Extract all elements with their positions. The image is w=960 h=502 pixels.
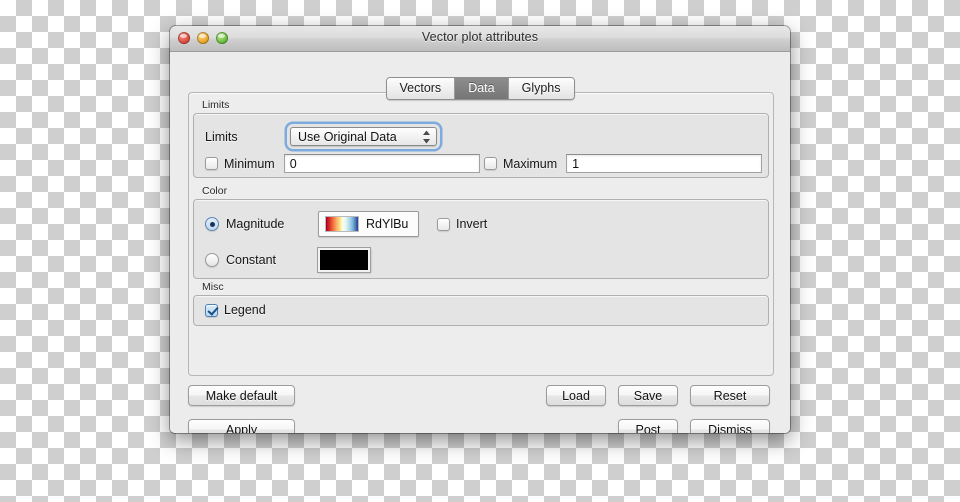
colortable-button[interactable]: RdYlBu (318, 211, 419, 237)
constant-row: Constant (205, 248, 370, 272)
tab-glyphs[interactable]: Glyphs (508, 78, 574, 99)
constant-radio[interactable] (205, 253, 219, 267)
window-titlebar[interactable]: Vector plot attributes (170, 26, 790, 52)
maximum-row: Maximum 1 (484, 154, 763, 173)
invert-label: Invert (456, 217, 488, 231)
tab-bar: Vectors Data Glyphs (170, 77, 790, 100)
bottom-right-button-row-1: Load Save Reset (546, 385, 770, 406)
bottom-right-button-row-2: Post Dismiss (618, 419, 770, 433)
colortable-name: RdYlBu (366, 217, 409, 231)
misc-group: Misc Legend (193, 281, 769, 326)
minimum-row: Minimum 0 (205, 154, 480, 173)
legend-label: Legend (224, 303, 266, 317)
tab-data[interactable]: Data (455, 78, 509, 99)
stepper-arrows-icon (422, 130, 431, 144)
limits-group-label: Limits (202, 99, 230, 111)
reset-button[interactable]: Reset (690, 385, 770, 406)
limits-mode-value: Use Original Data (298, 129, 397, 144)
invert-checkbox[interactable] (437, 217, 450, 231)
tab-content-data: Limits Limits Use Original Data Minimum … (188, 92, 774, 376)
constant-label: Constant (226, 253, 277, 267)
legend-checkbox[interactable] (205, 303, 218, 317)
color-group: Color Magnitude RdYlBu Invert Constant (193, 185, 769, 279)
dismiss-button[interactable]: Dismiss (690, 419, 770, 433)
legend-row: Legend (205, 303, 266, 317)
misc-group-label: Misc (202, 281, 224, 293)
make-default-button[interactable]: Make default (188, 385, 295, 406)
limits-mode-label: Limits (205, 129, 238, 144)
vector-plot-attributes-window: Vector plot attributes Vectors Data Glyp… (170, 26, 790, 433)
constant-color-swatch[interactable] (318, 248, 370, 272)
window-title: Vector plot attributes (421, 30, 539, 44)
maximum-checkbox[interactable] (484, 157, 497, 170)
bottom-left-button-row-2: Apply (188, 419, 295, 433)
minimum-label: Minimum (224, 156, 275, 171)
limits-mode-focus-ring: Use Original Data (287, 124, 440, 149)
limits-mode-dropdown[interactable]: Use Original Data (290, 127, 437, 146)
minimum-checkbox[interactable] (205, 157, 218, 170)
minimum-input[interactable]: 0 (283, 154, 480, 173)
save-button[interactable]: Save (618, 385, 678, 406)
limits-group: Limits Limits Use Original Data Minimum … (193, 99, 769, 178)
maximum-input[interactable]: 1 (566, 154, 763, 173)
tab-vectors[interactable]: Vectors (386, 78, 456, 99)
window-body: Vectors Data Glyphs Limits Limits Use Or… (170, 52, 790, 433)
apply-button[interactable]: Apply (188, 419, 295, 433)
load-button[interactable]: Load (546, 385, 606, 406)
colortable-gradient-icon (325, 216, 359, 232)
maximum-label: Maximum (503, 156, 558, 171)
post-button[interactable]: Post (618, 419, 678, 433)
bottom-left-button-row-1: Make default (188, 385, 295, 406)
limits-mode-row: Limits Use Original Data (205, 124, 440, 149)
magnitude-label: Magnitude (226, 217, 285, 231)
magnitude-row: Magnitude RdYlBu Invert (205, 211, 487, 237)
color-group-label: Color (202, 185, 228, 197)
magnitude-radio[interactable] (205, 217, 219, 231)
